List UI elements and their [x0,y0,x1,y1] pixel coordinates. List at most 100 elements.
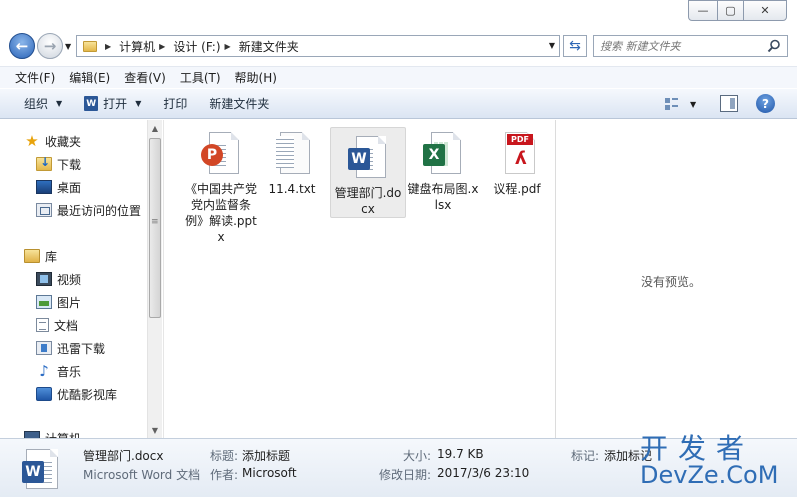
menu-bar: 文件(F) 编辑(E) 查看(V) 工具(T) 帮助(H) [0,66,797,88]
nav-item-desktop[interactable]: 桌面 [36,176,81,198]
new-folder-button[interactable]: 新建文件夹 [201,92,277,116]
minimize-icon: — [697,4,709,17]
arrow-left-icon: ← [15,37,29,55]
breadcrumb-drive[interactable]: 设计 (F:) [173,38,220,55]
nav-scrollbar[interactable]: ▲ ▼ [147,120,162,438]
nav-item-downloads[interactable]: 下载 [36,153,81,175]
nav-item-recent-places[interactable]: 最近访问的位置 [36,199,141,221]
change-view-button[interactable]: ▼ [664,93,704,115]
help-button[interactable]: ? [756,94,775,113]
preview-pane: 没有预览。 [556,120,797,438]
recent-pages-dropdown[interactable]: ▼ [65,42,71,51]
nav-item-xunlei-downloads[interactable]: 迅雷下载 [36,337,105,359]
chevron-down-icon: ▼ [56,99,63,108]
details-title-field[interactable]: 添加标题 [242,447,290,464]
details-filename: 管理部门.docx [83,449,164,463]
nav-item-label: 优酷影视库 [57,387,118,402]
address-row: ← → ▼ ▶ 计算机 ▶ 设计 (F:) ▶ 新建文件夹 ▼ ⇆ [0,32,797,62]
nav-item-videos[interactable]: 视频 [36,268,81,290]
organize-button[interactable]: 组织 ▼ [16,92,70,116]
menu-tools[interactable]: 工具(T) [173,69,228,86]
nav-item-youku[interactable]: 优酷影视库 [36,383,117,405]
nav-item-label: 视频 [57,272,82,287]
print-label: 打印 [163,97,188,111]
nav-favorites[interactable]: ★ 收藏夹 [24,130,81,152]
nav-libraries-label: 库 [45,249,58,264]
nav-item-music[interactable]: ♪ 音乐 [36,360,81,382]
nav-item-label: 桌面 [57,180,82,195]
organize-label: 组织 [24,97,49,111]
navigation-pane: ★ 收藏夹 下载 桌面 最近访问的位置 库 视频 图片 文档 迅雷下载 ♪ 音乐… [0,120,162,438]
pdf-file-icon: PDF ʎ [495,130,539,178]
recent-places-icon [36,203,52,217]
breadcrumb-folder[interactable]: 新建文件夹 [239,38,299,55]
text-file-icon [270,130,314,178]
scroll-up-arrow-icon[interactable]: ▲ [148,120,162,136]
search-icon[interactable] [767,39,781,53]
word-file-icon: W [346,134,390,182]
menu-help[interactable]: 帮助(H) [228,69,284,86]
nav-item-pictures[interactable]: 图片 [36,291,81,313]
file-item-pdf[interactable]: PDF ʎ 议程.pdf [479,123,555,198]
minimize-button[interactable]: — [688,0,718,21]
details-modified-label: 修改日期: [379,468,432,482]
nav-computer[interactable]: 计算机 [24,427,81,438]
menu-view[interactable]: 查看(V) [117,69,173,86]
search-input[interactable] [600,37,765,55]
xunlei-download-icon [36,341,52,355]
nav-item-label: 下载 [57,157,82,172]
preview-pane-button[interactable] [720,95,738,112]
folder-icon [83,40,97,52]
maximize-button[interactable]: ▢ [717,0,744,21]
details-size-label: 大小: [403,449,432,463]
details-size-value: 19.7 KB [437,447,484,461]
open-label: 打开 [103,97,128,111]
details-title-label: 标题: [210,449,239,463]
desktop-icon [36,180,52,194]
chevron-down-icon[interactable]: ▼ [549,41,555,50]
details-modified-value: 2017/3/6 23:10 [437,466,530,480]
nav-item-label: 迅雷下载 [57,341,106,356]
downloads-folder-icon [36,155,52,171]
chevron-right-icon[interactable]: ▶ [225,42,231,51]
no-preview-message: 没有预览。 [640,275,701,289]
library-icon [24,249,40,263]
file-list: P 《中国共产党党内监督条例》解读.pptx 11.4.txt W 管理部门.d… [163,120,555,438]
menu-file[interactable]: 文件(F) [8,69,62,86]
breadcrumb-computer[interactable]: 计算机 [119,38,155,55]
address-bar[interactable]: ▶ 计算机 ▶ 设计 (F:) ▶ 新建文件夹 ▼ [76,35,560,57]
scroll-down-arrow-icon[interactable]: ▼ [148,422,162,438]
file-name: 《中国共产党党内监督条例》解读.pptx [185,182,258,244]
chevron-down-icon: ▼ [690,99,697,109]
file-item-docx[interactable]: W 管理部门.docx [330,127,406,218]
forward-button[interactable]: → [37,33,63,59]
file-item-txt[interactable]: 11.4.txt [254,123,330,198]
chevron-right-icon[interactable]: ▶ [105,42,111,51]
nav-item-documents[interactable]: 文档 [36,314,78,336]
refresh-button[interactable]: ⇆ [563,35,587,57]
nav-item-label: 最近访问的位置 [57,203,142,218]
nav-libraries[interactable]: 库 [24,245,57,267]
command-bar: 组织 ▼ W 打开 ▼ 打印 新建文件夹 ▼ ? [0,89,797,119]
back-button[interactable]: ← [9,33,35,59]
star-icon: ★ [25,132,39,150]
chevron-right-icon[interactable]: ▶ [159,42,165,51]
details-filetype: Microsoft Word 文档 [83,468,201,482]
open-button[interactable]: W 打开 ▼ [76,92,149,116]
file-item-xlsx[interactable]: X 键盘布局图.xlsx [405,123,481,214]
details-author-field[interactable]: Microsoft [242,466,297,480]
print-button[interactable]: 打印 [155,92,195,116]
nav-item-label: 文档 [54,318,79,333]
new-folder-label: 新建文件夹 [209,97,270,111]
nav-item-label: 音乐 [57,364,82,379]
arrow-right-icon: → [43,37,57,55]
close-button[interactable]: ✕ [743,0,787,21]
nav-item-label: 图片 [57,295,82,310]
scrollbar-thumb[interactable] [149,138,161,318]
documents-library-icon [36,318,49,332]
chevron-down-icon: ▼ [135,99,142,108]
music-note-icon: ♪ [39,362,49,380]
file-item-pptx[interactable]: P 《中国共产党党内监督条例》解读.pptx [183,123,259,246]
pictures-library-icon [36,295,52,309]
menu-edit[interactable]: 编辑(E) [62,69,117,86]
